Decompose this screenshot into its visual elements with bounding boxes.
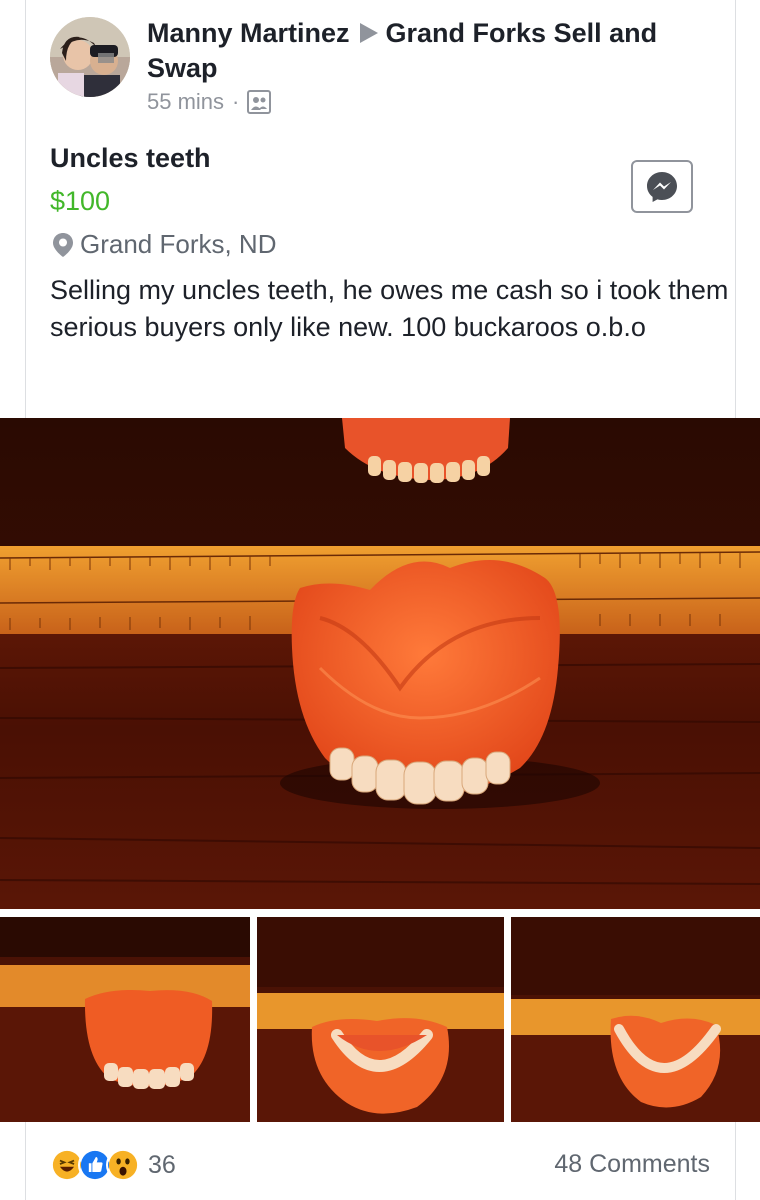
thumbnail-3[interactable] bbox=[511, 917, 760, 1122]
card-border-right bbox=[735, 0, 736, 418]
thumbnail-photo bbox=[257, 917, 504, 1122]
listing-location: Grand Forks, ND bbox=[52, 229, 277, 260]
reactions-summary[interactable]: 36 bbox=[50, 1148, 176, 1182]
location-pin-icon bbox=[53, 232, 73, 257]
thumbnail-2[interactable] bbox=[257, 917, 504, 1122]
card-border-right-bottom bbox=[735, 1122, 736, 1200]
meta-separator: · bbox=[232, 89, 240, 114]
messenger-icon bbox=[647, 171, 677, 202]
shared-to-arrow-icon bbox=[359, 23, 378, 43]
listing-photo-thumbnails bbox=[0, 917, 760, 1122]
message-seller-button[interactable] bbox=[631, 160, 693, 213]
avatar-photo bbox=[50, 17, 130, 97]
card-border-left-bottom bbox=[25, 1122, 26, 1200]
listing-price: $100 bbox=[50, 186, 111, 216]
group-icon bbox=[247, 90, 272, 114]
comments-count-link[interactable]: 48 Comments bbox=[554, 1150, 710, 1179]
listing-title: Uncles teeth bbox=[50, 143, 211, 173]
post-time[interactable]: 55 mins bbox=[147, 89, 224, 115]
location-text: Grand Forks, ND bbox=[80, 229, 277, 259]
post-header: Manny Martinez Grand Forks Sell and Swap bbox=[147, 16, 707, 86]
listing-photo-main[interactable] bbox=[0, 418, 760, 909]
thumbnail-photo bbox=[511, 917, 760, 1122]
dentures-photo bbox=[0, 418, 760, 909]
card-border-left bbox=[25, 0, 26, 418]
post-meta: 55 mins · bbox=[147, 89, 272, 115]
wow-icon bbox=[106, 1148, 140, 1182]
author-name[interactable]: Manny Martinez bbox=[147, 18, 350, 48]
listing-description: Selling my uncles teeth, he owes me cash… bbox=[50, 275, 729, 342]
thumbnail-1[interactable] bbox=[0, 917, 250, 1122]
thumbnail-photo bbox=[0, 917, 250, 1122]
reaction-count: 36 bbox=[148, 1150, 176, 1179]
avatar[interactable] bbox=[50, 17, 130, 97]
